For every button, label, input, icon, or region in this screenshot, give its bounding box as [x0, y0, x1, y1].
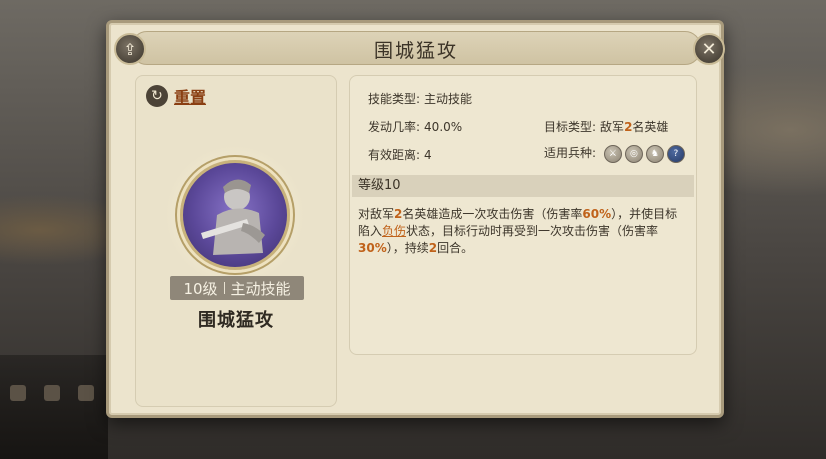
reset-icon: ↻ [146, 85, 168, 107]
title-bar: 围城猛攻 [131, 31, 701, 65]
range-row: 有效距离: 4 [368, 146, 432, 163]
trigger-rate-value: 40.0% [424, 120, 463, 134]
target-type-label: 目标类型: [544, 120, 597, 134]
skill-type-value: 主动技能 [424, 92, 473, 106]
desc-text: 状态，目标行动时再受到一次攻击伤害（伤害率 [406, 224, 659, 238]
skill-detail-dialog: 围城猛攻 ⇪ ✕ ↻ 重置 10级 主动技能 围城猛攻 技能类型: 主动技能 发… [106, 20, 725, 418]
troop-type-row: 适用兵种: ⚔ ◎ ♞ ? [544, 144, 685, 163]
desc-text: 名英雄造成一次攻击伤害（伤害率 [402, 207, 583, 221]
background-hud-strip [0, 355, 108, 459]
skill-overview-pane: ↻ 重置 10级 主动技能 围城猛攻 [135, 75, 337, 407]
desc-text: 对敌军 [358, 207, 395, 221]
reset-button[interactable]: ↻ 重置 [146, 84, 206, 108]
troop-icon-list: ⚔ ◎ ♞ ? [603, 144, 685, 163]
skill-kind-text: 主动技能 [230, 279, 291, 298]
close-button[interactable]: ✕ [693, 33, 725, 65]
skill-portrait [180, 160, 290, 270]
question-icon[interactable]: ? [666, 144, 685, 163]
bow-icon[interactable]: ◎ [624, 144, 643, 163]
level-divider [223, 282, 225, 294]
skill-type-label: 技能类型: [368, 92, 421, 106]
desc-text: ），持续 [386, 241, 429, 255]
share-button[interactable]: ⇪ [114, 33, 146, 65]
target-type-suffix: 名英雄 [632, 120, 669, 134]
warrior-icon [201, 179, 265, 255]
background-hud-icon [44, 385, 60, 401]
troop-type-label: 适用兵种: [544, 146, 597, 160]
reset-label: 重置 [174, 88, 207, 107]
range-value: 4 [424, 148, 432, 162]
desc-highlight: 30% [358, 241, 387, 255]
skill-level-text: 10级 [183, 279, 218, 298]
background-hud-icon [10, 385, 26, 401]
skill-info-pane: 技能类型: 主动技能 发动几率: 40.0% 目标类型: 敌军2名英雄 有效距离: 4 … [349, 75, 697, 355]
horse-icon[interactable]: ♞ [645, 144, 664, 163]
target-type-prefix: 敌军 [600, 120, 625, 134]
share-icon: ⇪ [123, 39, 137, 59]
dialog-title: 围城猛攻 [373, 40, 458, 62]
target-type-row: 目标类型: 敌军2名英雄 [544, 118, 668, 135]
trigger-rate-label: 发动几率: [368, 120, 421, 134]
sword-icon[interactable]: ⚔ [603, 144, 622, 163]
desc-highlight: 2 [428, 241, 438, 255]
skill-name: 围城猛攻 [198, 310, 274, 331]
skill-description: 对敌军2名英雄造成一次攻击伤害（伤害率60%），并使目标陷入负伤状态，目标行动时… [358, 206, 688, 257]
trigger-rate-row: 发动几率: 40.0% [368, 118, 462, 135]
status-effect-link[interactable]: 负伤 [382, 224, 406, 238]
close-icon: ✕ [701, 38, 717, 60]
skill-type-row: 技能类型: 主动技能 [368, 90, 472, 107]
skill-level-tag: 10级 主动技能 [170, 276, 304, 300]
range-label: 有效距离: [368, 148, 421, 162]
desc-text: 回合。 [437, 241, 474, 255]
skill-emblem [164, 144, 306, 286]
desc-highlight: 60% [582, 207, 612, 221]
background-hud-icon [78, 385, 94, 401]
level-header: 等级10 [352, 175, 694, 197]
